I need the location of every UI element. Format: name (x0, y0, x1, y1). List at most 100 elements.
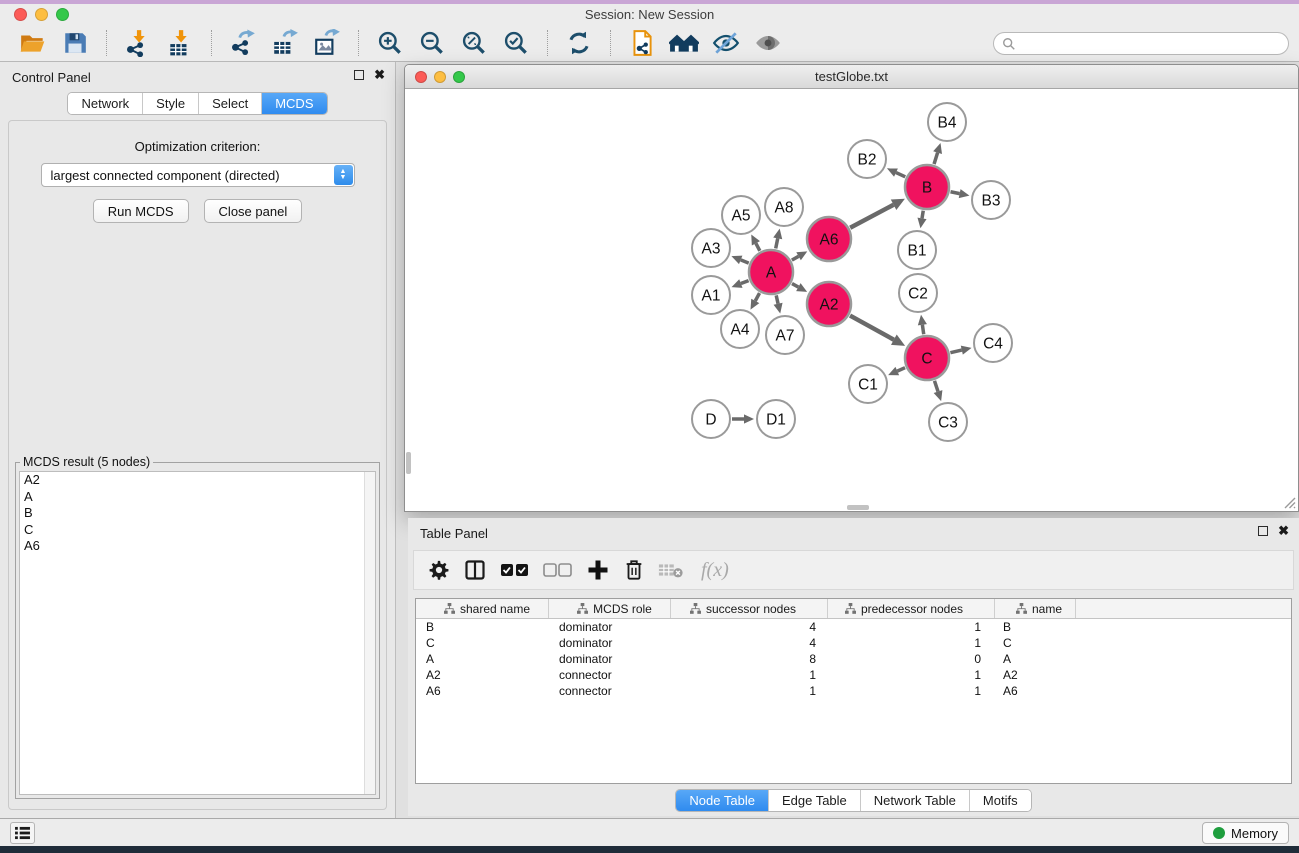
network-hscroll[interactable] (847, 505, 869, 510)
network-window-titlebar[interactable]: testGlobe.txt (405, 65, 1298, 89)
network-vscroll[interactable] (406, 452, 411, 474)
graph-edge[interactable] (755, 293, 759, 301)
export-image-icon[interactable] (311, 28, 343, 58)
table-cell: A6 (416, 684, 549, 698)
graph-edge[interactable] (897, 368, 905, 371)
run-mcds-button[interactable]: Run MCDS (93, 199, 189, 223)
table-cell: C (416, 636, 549, 650)
graph-edge[interactable] (776, 295, 778, 303)
zoom-in-icon[interactable] (374, 28, 406, 58)
column-header[interactable]: successor nodes (671, 599, 828, 618)
column-header[interactable]: MCDS role (549, 599, 671, 618)
graph-edge[interactable] (776, 238, 778, 248)
result-list-item[interactable]: A2 (20, 472, 375, 489)
result-list-item[interactable]: C (20, 522, 375, 539)
desktop-wallpaper-strip (0, 846, 1299, 853)
network-canvas[interactable]: B4B2BB3A5A8A6A3B1AA1A2C2A4A7C4CC1C3DD1 (406, 90, 1297, 510)
graph-edge[interactable] (741, 260, 749, 263)
column-header[interactable]: shared name (416, 599, 549, 618)
show-eye-icon[interactable] (752, 28, 784, 58)
zoom-selected-icon[interactable] (500, 28, 532, 58)
graph-node-label: A3 (702, 241, 721, 258)
result-list-item[interactable]: A (20, 489, 375, 506)
tab-edge-table[interactable]: Edge Table (769, 790, 861, 811)
graph-edge[interactable] (850, 316, 894, 340)
toolbar-separator (106, 30, 107, 56)
result-list-item[interactable]: A6 (20, 538, 375, 555)
close-panel-icon[interactable]: ✖ (374, 70, 385, 80)
delete-table-icon[interactable] (658, 560, 684, 580)
memory-button[interactable]: Memory (1202, 822, 1289, 844)
graph-edge-arrowhead (961, 346, 972, 355)
tab-node-table[interactable]: Node Table (676, 790, 769, 811)
search-input[interactable] (993, 32, 1289, 55)
graph-edge[interactable] (741, 281, 749, 284)
graph-edge[interactable] (756, 243, 760, 250)
table-row[interactable]: A2connector11A2 (416, 667, 1291, 683)
graph-edge[interactable] (950, 350, 961, 353)
tab-motifs[interactable]: Motifs (970, 790, 1031, 811)
columns-icon[interactable] (463, 558, 487, 582)
graph-edge[interactable] (922, 325, 923, 335)
export-network-icon[interactable] (227, 28, 259, 58)
control-panel: Control Panel ✖ Network Style Select MCD… (0, 62, 396, 818)
tab-network-table[interactable]: Network Table (861, 790, 970, 811)
result-scrollbar[interactable] (364, 472, 375, 794)
close-panel-icon[interactable]: ✖ (1278, 526, 1289, 536)
gear-icon[interactable] (428, 559, 450, 581)
graph-edge[interactable] (792, 284, 798, 287)
import-table-icon[interactable] (164, 28, 196, 58)
graph-edge[interactable] (934, 153, 938, 164)
delete-column-icon[interactable] (623, 558, 645, 582)
graph-edge[interactable] (951, 192, 960, 194)
graph-edge[interactable] (850, 205, 893, 228)
task-history-button[interactable] (10, 822, 35, 844)
result-list-item[interactable]: B (20, 505, 375, 522)
tab-network[interactable]: Network (68, 93, 143, 114)
column-header[interactable]: name (995, 599, 1076, 618)
close-panel-button[interactable]: Close panel (204, 199, 303, 223)
tab-style[interactable]: Style (143, 93, 199, 114)
network-graph[interactable]: B4B2BB3A5A8A6A3B1AA1A2C2A4A7C4CC1C3DD1 (406, 90, 1297, 510)
float-panel-icon[interactable] (354, 70, 364, 80)
clone-network-icon[interactable] (626, 28, 658, 58)
toolbar-separator (547, 30, 548, 56)
graph-edge[interactable] (792, 256, 799, 260)
select-all-icon[interactable] (500, 560, 530, 580)
minimize-button[interactable] (35, 8, 48, 21)
toolbar-separator (610, 30, 611, 56)
mcds-result-list[interactable]: A2ABCA6 (19, 471, 376, 795)
table-row[interactable]: Adominator80A (416, 651, 1291, 667)
toolbar-separator (211, 30, 212, 56)
resize-grip-icon[interactable] (1281, 494, 1296, 509)
graph-edge[interactable] (934, 381, 938, 392)
table-row[interactable]: A6connector11A6 (416, 683, 1291, 699)
zoom-fit-icon[interactable] (458, 28, 490, 58)
home-layouts-icon[interactable] (668, 28, 700, 58)
hide-selected-eye-icon[interactable] (710, 28, 742, 58)
deselect-all-icon[interactable] (543, 560, 573, 580)
column-tree-icon (444, 603, 455, 614)
optimization-select[interactable]: largest connected component (directed) ▲… (41, 163, 355, 187)
save-session-icon[interactable] (59, 28, 91, 58)
close-button[interactable] (14, 8, 27, 21)
graph-edge[interactable] (896, 173, 905, 177)
zoom-out-icon[interactable] (416, 28, 448, 58)
main-toolbar (0, 25, 1299, 62)
graph-edge[interactable] (922, 211, 923, 219)
add-column-icon[interactable] (586, 558, 610, 582)
graph-edge-arrowhead (917, 218, 926, 229)
table-cell: C (995, 636, 1076, 650)
open-session-icon[interactable] (17, 28, 49, 58)
export-table-icon[interactable] (269, 28, 301, 58)
zoom-button[interactable] (56, 8, 69, 21)
refresh-icon[interactable] (563, 28, 595, 58)
float-panel-icon[interactable] (1258, 526, 1268, 536)
function-builder-icon[interactable]: f(x) (701, 559, 729, 582)
tab-mcds[interactable]: MCDS (262, 93, 326, 114)
table-row[interactable]: Cdominator41C (416, 635, 1291, 651)
table-row[interactable]: Bdominator41B (416, 619, 1291, 635)
column-header[interactable]: predecessor nodes (828, 599, 995, 618)
import-network-icon[interactable] (122, 28, 154, 58)
tab-select[interactable]: Select (199, 93, 262, 114)
